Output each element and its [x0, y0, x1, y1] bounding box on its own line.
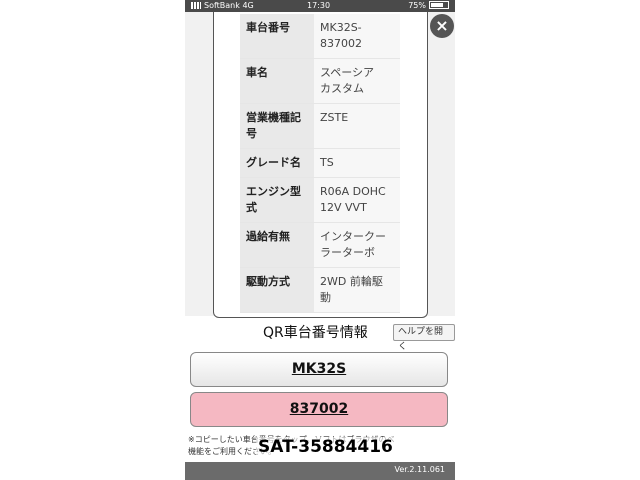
spec-value: R06A DOHC 12V VVT [314, 177, 400, 223]
spec-row: 車台番号 MK32S- 837002 [240, 14, 400, 59]
help-button[interactable]: ヘルプを開く [393, 324, 455, 352]
spec-row: 営業機種記 号 ZSTE [240, 103, 400, 149]
spec-label: 営業機種記 号 [240, 103, 314, 149]
spec-row: 駆動方式 2WD 前輪駆 動 [240, 267, 400, 313]
spec-row: 車名 スペーシア カスタム [240, 58, 400, 104]
right-letterbox [455, 0, 640, 480]
left-letterbox [0, 0, 185, 480]
signal-area: SoftBank 4G [191, 0, 254, 12]
copy-model-button[interactable]: MK32S [190, 352, 448, 387]
spec-value: TS [314, 148, 400, 178]
spec-label: 車台番号 [240, 14, 314, 59]
spec-label: グレード名 [240, 148, 314, 178]
spec-value: スペーシア カスタム [314, 58, 400, 104]
overlay-stock-id: SAT-35884416 [256, 437, 395, 457]
spec-value: 2WD 前輪駆 動 [314, 267, 400, 313]
spec-label: 過給有無 [240, 222, 314, 268]
version-label: Ver.2.11.061 [394, 465, 446, 474]
spec-value: インタークー ラーターボ [314, 222, 400, 268]
battery-icon [429, 1, 449, 9]
footer-bar: Ver.2.11.061 [185, 462, 455, 480]
spec-table: 車台番号 MK32S- 837002 車名 スペーシア カスタム 営業機種記 号 ZSTE… [240, 14, 400, 313]
battery-area: 75% [408, 0, 449, 12]
copy-serial-button[interactable]: 837002 [190, 392, 448, 427]
network-type: 4G [242, 1, 254, 10]
carrier-name: SoftBank [204, 1, 240, 10]
battery-percent: 75% [408, 1, 426, 10]
phone-screen: SoftBank 4G 17:30 75% 車台番号 MK32S- 837002 車… [185, 0, 455, 480]
spec-label: 車名 [240, 58, 314, 104]
spec-label: エンジン型 式 [240, 177, 314, 223]
close-icon[interactable]: × [430, 14, 454, 38]
spec-value: ZSTE [314, 103, 400, 149]
status-time: 17:30 [307, 1, 331, 10]
spec-row: グレード名 TS [240, 148, 400, 178]
spec-value: MK32S- 837002 [314, 14, 400, 59]
qr-section-title: QR車台番号情報 [263, 325, 368, 341]
status-bar: SoftBank 4G 17:30 75% [185, 0, 455, 12]
signal-bars-icon [191, 2, 201, 9]
spec-row: エンジン型 式 R06A DOHC 12V VVT [240, 177, 400, 223]
vehicle-info-modal: 車台番号 MK32S- 837002 車名 スペーシア カスタム 営業機種記 号 ZSTE… [213, 12, 428, 318]
spec-label: 駆動方式 [240, 267, 314, 313]
spec-row: 過給有無 インタークー ラーターボ [240, 222, 400, 268]
